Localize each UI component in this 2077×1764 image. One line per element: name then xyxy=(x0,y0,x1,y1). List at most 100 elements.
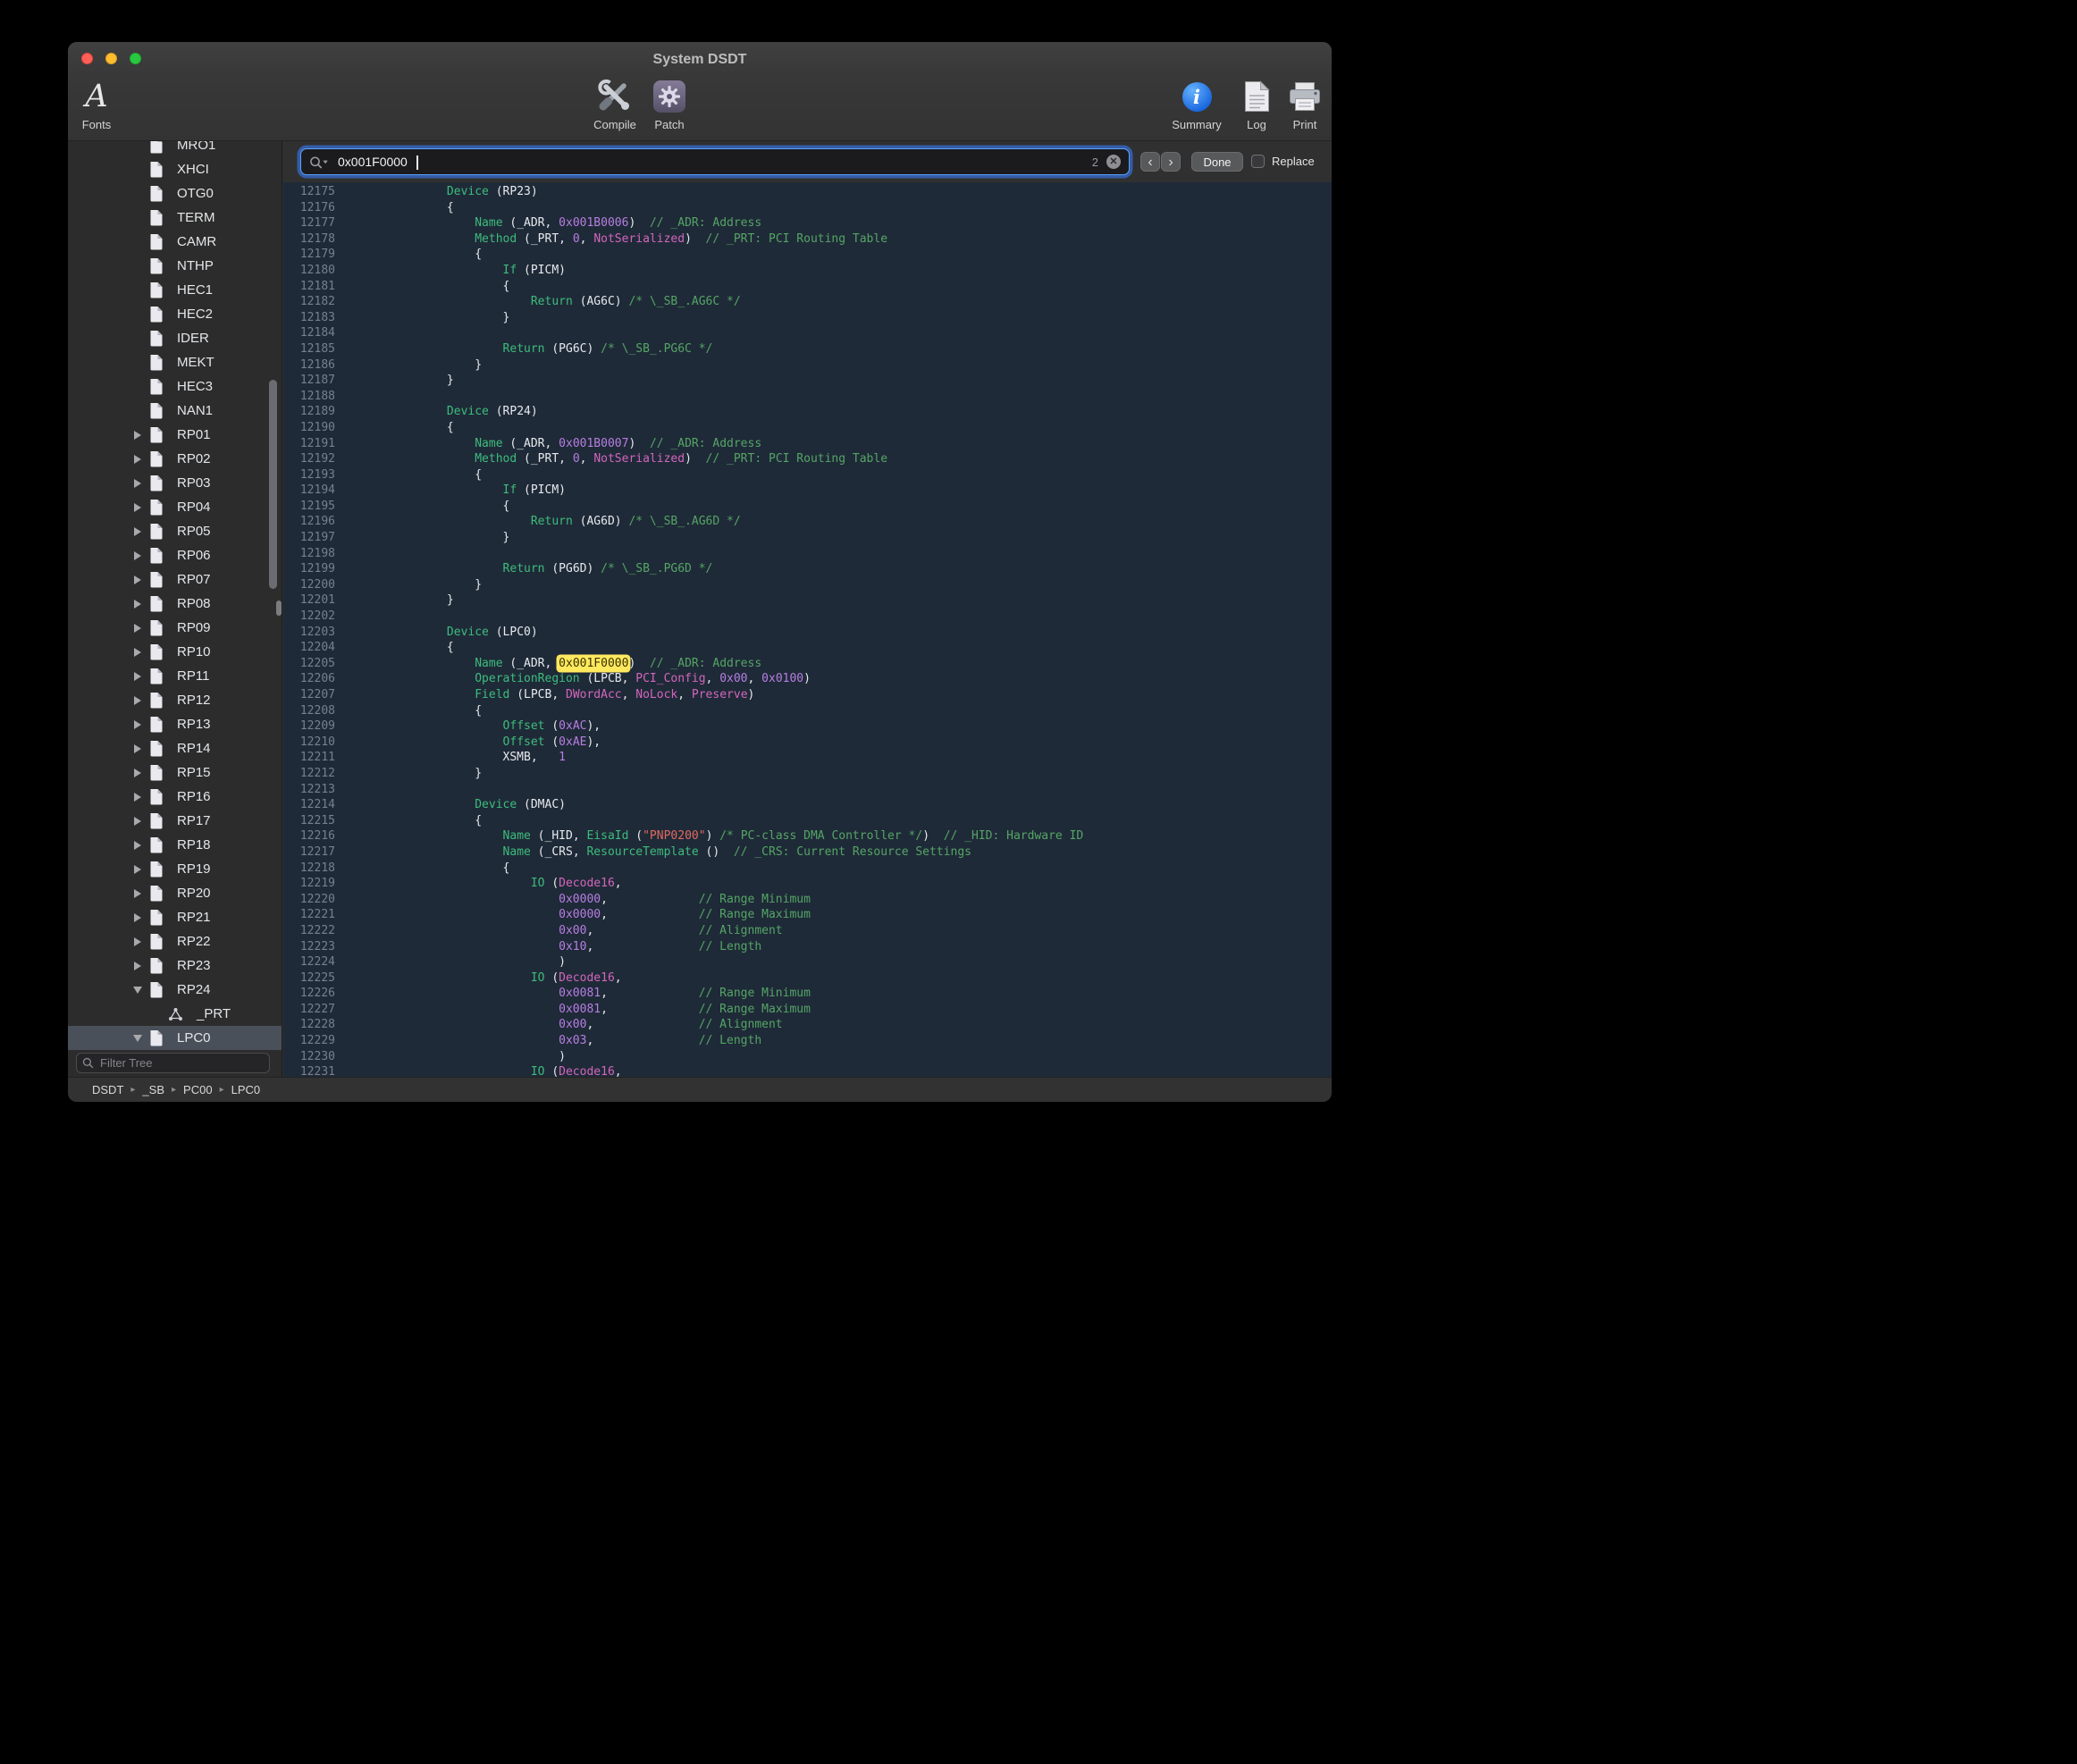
sidebar-item-rp12[interactable]: RP12 xyxy=(68,688,282,712)
filter-tree-field[interactable] xyxy=(76,1053,270,1073)
sidebar-item-rp24[interactable]: RP24 xyxy=(68,978,282,1002)
disclosure-triangle[interactable] xyxy=(130,693,144,707)
sidebar-item-rp02[interactable]: RP02 xyxy=(68,447,282,471)
sidebar-item-rp07[interactable]: RP07 xyxy=(68,567,282,592)
disclosure-triangle[interactable] xyxy=(130,886,144,900)
search-input[interactable] xyxy=(336,154,1092,170)
sidebar-item-rp20[interactable]: RP20 xyxy=(68,881,282,905)
disclosure-triangle[interactable] xyxy=(130,621,144,634)
toolbar-button-print[interactable]: Print xyxy=(1274,75,1332,131)
replace-checkbox[interactable] xyxy=(1251,155,1265,168)
line-number: 12217 xyxy=(283,844,341,861)
sidebar-item-rp06[interactable]: RP06 xyxy=(68,543,282,567)
sidebar-item-term[interactable]: TERM xyxy=(68,206,282,230)
sidebar-item-rp15[interactable]: RP15 xyxy=(68,760,282,785)
sidebar-item-ider[interactable]: IDER xyxy=(68,326,282,350)
sidebar-item-rp03[interactable]: RP03 xyxy=(68,471,282,495)
sidebar-item-xhci[interactable]: XHCI xyxy=(68,157,282,181)
toolbar-button-fonts[interactable]: A Fonts xyxy=(68,75,128,131)
breadcrumb-item[interactable]: _SB xyxy=(142,1083,164,1096)
disclosure-triangle[interactable] xyxy=(130,742,144,755)
disclosure-triangle[interactable] xyxy=(130,766,144,779)
sidebar-item-rp13[interactable]: RP13 xyxy=(68,712,282,736)
code-line: 12231 IO (Decode16, xyxy=(283,1064,1332,1077)
disclosure-triangle[interactable] xyxy=(130,476,144,490)
sidebar-item-rp11[interactable]: RP11 xyxy=(68,664,282,688)
sidebar-item-nthp[interactable]: NTHP xyxy=(68,254,282,278)
code-line: 12192 Method (_PRT, 0, NotSerialized) //… xyxy=(283,451,1332,467)
line-number: 12177 xyxy=(283,215,341,231)
sidebar-item-prt[interactable]: _PRT xyxy=(68,1002,282,1026)
sidebar-item-hec3[interactable]: HEC3 xyxy=(68,374,282,399)
disclosure-triangle[interactable] xyxy=(130,814,144,827)
sidebar-item-rp21[interactable]: RP21 xyxy=(68,905,282,929)
code-text: Device (RP23) xyxy=(341,184,538,200)
sidebar-item-camr[interactable]: CAMR xyxy=(68,230,282,254)
disclosure-triangle[interactable] xyxy=(130,718,144,731)
sidebar-item-hec1[interactable]: HEC1 xyxy=(68,278,282,302)
document-icon xyxy=(149,861,164,878)
sidebar-item-rp10[interactable]: RP10 xyxy=(68,640,282,664)
toolbar-button-summary[interactable]: i Summary xyxy=(1165,75,1228,131)
sidebar-item-lpc0[interactable]: LPC0 xyxy=(68,1026,282,1050)
splitter-handle[interactable] xyxy=(276,601,282,616)
sidebar-item-rp14[interactable]: RP14 xyxy=(68,736,282,760)
disclosure-triangle[interactable] xyxy=(130,911,144,924)
sidebar-item-rp09[interactable]: RP09 xyxy=(68,616,282,640)
disclosure-triangle[interactable] xyxy=(130,983,144,996)
toolbar-button-compile[interactable]: Compile xyxy=(584,75,646,131)
breadcrumb: DSDT▸_SB▸PC00▸LPC0 xyxy=(92,1083,260,1096)
sidebar-item-nan1[interactable]: NAN1 xyxy=(68,399,282,423)
filter-tree-input[interactable] xyxy=(98,1055,264,1071)
sidebar-item-rp16[interactable]: RP16 xyxy=(68,785,282,809)
code-line: 12180 If (PICM) xyxy=(283,263,1332,279)
toolbar-button-patch[interactable]: Patch xyxy=(638,75,701,131)
disclosure-triangle[interactable] xyxy=(130,645,144,659)
disclosure-triangle[interactable] xyxy=(130,525,144,538)
disclosure-triangle[interactable] xyxy=(130,500,144,514)
disclosure-triangle[interactable] xyxy=(130,597,144,610)
sidebar-item-label: RP03 xyxy=(177,475,211,491)
code-editor[interactable]: 12175 Device (RP23)12176 {12177 Name (_A… xyxy=(283,182,1332,1077)
sidebar-item-rp04[interactable]: RP04 xyxy=(68,495,282,519)
find-next-button[interactable]: › xyxy=(1161,152,1181,172)
done-button[interactable]: Done xyxy=(1191,152,1243,172)
sidebar-item-rp05[interactable]: RP05 xyxy=(68,519,282,543)
sidebar-item-rp22[interactable]: RP22 xyxy=(68,929,282,953)
sidebar-item-rp17[interactable]: RP17 xyxy=(68,809,282,833)
sidebar-item-rp08[interactable]: RP08 xyxy=(68,592,282,616)
disclosure-triangle[interactable] xyxy=(130,1031,144,1045)
sidebar-item-hec2[interactable]: HEC2 xyxy=(68,302,282,326)
breadcrumb-item[interactable]: DSDT xyxy=(92,1083,123,1096)
disclosure-triangle[interactable] xyxy=(130,959,144,972)
breadcrumb-item[interactable]: PC00 xyxy=(183,1083,213,1096)
sidebar-item-mro1[interactable]: MRO1 xyxy=(68,141,282,157)
disclosure-triangle[interactable] xyxy=(130,452,144,466)
disclosure-triangle[interactable] xyxy=(130,428,144,441)
sidebar-item-rp19[interactable]: RP19 xyxy=(68,857,282,881)
breadcrumb-separator: ▸ xyxy=(130,1085,135,1095)
find-previous-button[interactable]: ‹ xyxy=(1140,152,1160,172)
disclosure-triangle[interactable] xyxy=(130,573,144,586)
disclosure-triangle[interactable] xyxy=(130,935,144,948)
disclosure-triangle[interactable] xyxy=(130,549,144,562)
code-line: 12218 { xyxy=(283,861,1332,877)
document-icon xyxy=(149,933,164,950)
clear-search-icon[interactable]: ✕ xyxy=(1106,155,1121,169)
code-text: Offset (0xAE), xyxy=(341,735,601,751)
breadcrumb-item[interactable]: LPC0 xyxy=(231,1083,261,1096)
disclosure-triangle[interactable] xyxy=(130,669,144,683)
code-text: OperationRegion (LPCB, PCI_Config, 0x00,… xyxy=(341,671,811,687)
line-number: 12231 xyxy=(283,1064,341,1077)
disclosure-triangle[interactable] xyxy=(130,862,144,876)
sidebar-item-rp23[interactable]: RP23 xyxy=(68,953,282,978)
disclosure-triangle[interactable] xyxy=(130,790,144,803)
disclosure-triangle[interactable] xyxy=(130,838,144,852)
sidebar-item-otg0[interactable]: OTG0 xyxy=(68,181,282,206)
search-field[interactable]: 2 ✕ xyxy=(300,148,1130,175)
sidebar-item-rp01[interactable]: RP01 xyxy=(68,423,282,447)
sidebar-item-rp18[interactable]: RP18 xyxy=(68,833,282,857)
sidebar-item-mekt[interactable]: MEKT xyxy=(68,350,282,374)
sidebar-scrollbar-thumb[interactable] xyxy=(269,380,277,589)
line-number: 12212 xyxy=(283,766,341,782)
